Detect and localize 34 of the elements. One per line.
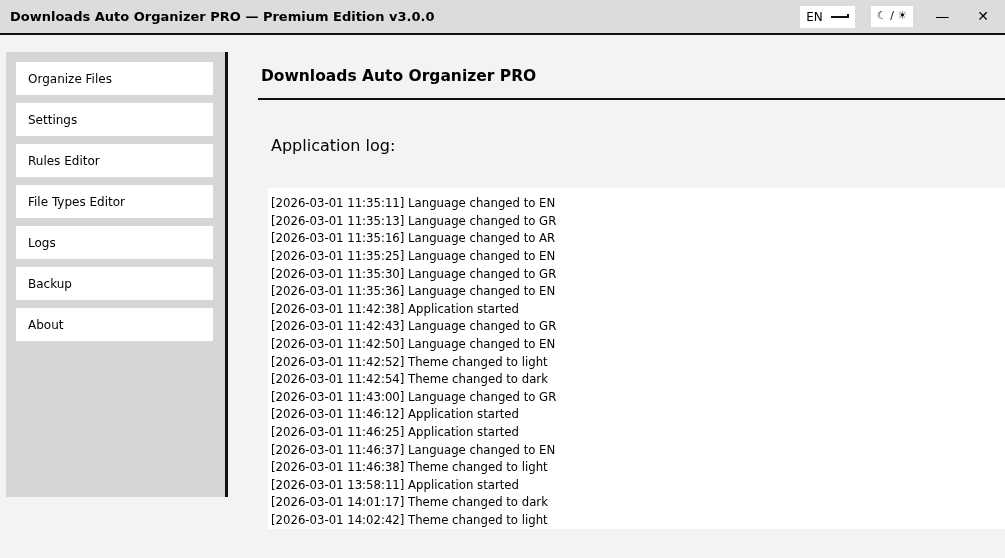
log-entry: [2026-03-01 11:46:12] Application started	[271, 405, 519, 423]
log-entry: [2026-03-01 14:02:42] Theme changed to light	[271, 510, 548, 529]
sidebar-item[interactable]: Logs	[16, 226, 213, 259]
log-entry: [2026-03-01 11:35:25] Language changed to EN	[271, 247, 556, 265]
page-heading: Downloads Auto Organizer PRO	[258, 52, 1005, 101]
window-title: Downloads Auto Organizer PRO — Premium Edition v3.0.0	[10, 7, 435, 26]
log-entry: [2026-03-01 11:35:36] Language changed to EN	[271, 282, 556, 300]
sidebar-item[interactable]: File Types Editor	[16, 185, 213, 218]
log-entry: [2026-03-01 13:58:11] Application started	[271, 475, 519, 494]
close-button[interactable]: ✕	[971, 6, 995, 27]
log-entry: [2026-03-01 14:01:17] Theme changed to dark	[271, 493, 548, 511]
log-entry: [2026-03-01 11:35:16] Language changed to AR	[271, 229, 556, 248]
log-label: Application log:	[271, 135, 396, 158]
sidebar-item[interactable]: Organize Files	[16, 62, 213, 95]
log-entry: [2026-03-01 11:42:50] Language changed to EN	[271, 335, 556, 353]
sidebar-item[interactable]: About	[16, 308, 213, 341]
log-entry: [2026-03-01 11:43:00] Language changed to GR	[271, 387, 557, 406]
log-entry: [2026-03-01 11:42:38] Application started	[271, 299, 519, 318]
minimize-button[interactable]: —	[929, 6, 956, 27]
log-entry: [2026-03-01 11:46:38] Theme changed to light	[271, 458, 548, 476]
language-dropdown[interactable]: EN	[800, 5, 855, 28]
log-entry: [2026-03-01 11:46:37] Language changed to EN	[271, 440, 556, 459]
log-entry: [2026-03-01 11:35:30] Language changed to GR	[271, 264, 557, 283]
dropdown-indicator-icon	[830, 13, 849, 20]
log-entry: [2026-03-01 11:35:11] Language changed to EN	[271, 194, 556, 212]
log-entry: [2026-03-01 11:42:54] Theme changed to dark	[271, 370, 548, 388]
sidebar-item[interactable]: Rules Editor	[16, 144, 213, 177]
theme-toggle[interactable]: ☾ / ☀	[870, 6, 914, 27]
log-entry: [2026-03-01 11:35:13] Language changed to GR	[271, 211, 557, 230]
log-entry: [2026-03-01 11:42:52] Theme changed to light	[271, 352, 548, 371]
sidebar-item[interactable]: Backup	[16, 267, 213, 300]
log-entry: [2026-03-01 11:42:43] Language changed to GR	[271, 317, 557, 335]
log-entry: [2026-03-01 11:46:25] Application started	[271, 422, 519, 441]
sidebar-item[interactable]: Settings	[16, 103, 213, 136]
